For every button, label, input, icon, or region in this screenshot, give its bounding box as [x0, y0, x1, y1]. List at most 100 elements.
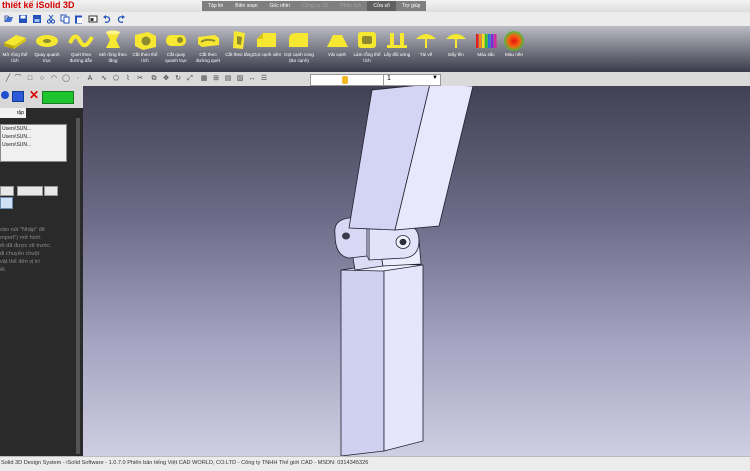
- shape-icon[interactable]: [87, 14, 98, 25]
- copy-icon[interactable]: [59, 14, 70, 25]
- paste-icon[interactable]: [73, 14, 84, 25]
- cut-extrude-icon: [135, 32, 156, 50]
- tool-extrude[interactable]: Mở rộng thể tích: [0, 29, 30, 64]
- tool-fillet[interactable]: Gọt cạnh cong (Bo cạnh): [284, 29, 314, 64]
- tool-label: Cắt theo thể tích: [132, 52, 158, 63]
- tool-mirror[interactable]: Lấy đối xứng: [382, 29, 412, 58]
- arc-icon[interactable]: ◠: [50, 75, 58, 83]
- trim-icon[interactable]: ✂: [136, 75, 144, 83]
- text-icon[interactable]: A: [86, 75, 94, 83]
- bevel-icon: [327, 35, 348, 47]
- ellipse-icon[interactable]: ◯: [62, 75, 70, 83]
- tool-download[interactable]: Tải về: [411, 29, 441, 58]
- grid-icon[interactable]: ▦: [200, 75, 208, 83]
- menu-view[interactable]: Góc nhìn: [264, 1, 296, 11]
- menu-bar: Tập tin Biên soạn Góc nhìn Công cụ 3D Ph…: [202, 1, 427, 11]
- tool-cut-extrude[interactable]: Cắt theo thể tích: [130, 29, 160, 64]
- menu-3d-tools[interactable]: Công cụ 3D: [296, 1, 334, 11]
- polygon-icon[interactable]: ⬠: [112, 75, 120, 83]
- panel-button-left[interactable]: [0, 186, 14, 196]
- instruction-line: ết đã được vẽ trước.: [0, 243, 52, 249]
- fill-icon[interactable]: ▨: [236, 75, 244, 83]
- point-icon[interactable]: ·: [74, 75, 82, 83]
- circle-icon[interactable]: ○: [38, 75, 46, 83]
- extrude-icon: [4, 35, 26, 49]
- ribbon-toolbar: Mở rộng thể tích Quay quanh trục Quét th…: [0, 26, 750, 72]
- blue-square-icon[interactable]: [12, 91, 24, 102]
- left-panel-scrollbar[interactable]: [76, 118, 80, 454]
- scale-icon[interactable]: ⤢: [186, 75, 194, 83]
- line-width-value: 1: [387, 75, 391, 82]
- tool-cut-sweep[interactable]: Cắt theo đường quét: [193, 29, 223, 64]
- tool-cut-loft[interactable]: Cắt theo tầng: [224, 29, 254, 58]
- tool-upload[interactable]: Đẩy lên: [441, 29, 471, 58]
- tool-label: Gọt cạnh cong (Bo cạnh): [284, 52, 314, 63]
- 3d-model: [334, 86, 474, 456]
- tool-label: Cắt theo đường quét: [196, 52, 220, 63]
- save-icon[interactable]: [17, 14, 28, 25]
- dimension-icon[interactable]: ↔: [248, 75, 256, 83]
- tool-chamfer[interactable]: Gọt cạnh xiên: [252, 29, 282, 58]
- revolve-icon: [36, 35, 58, 47]
- title-bar: thiết kế iSolid 3D Tập tin Biên soạn Góc…: [0, 0, 750, 12]
- 3d-viewport[interactable]: [83, 86, 750, 456]
- hatch-icon[interactable]: ▤: [224, 75, 232, 83]
- cut-sweep-icon: [198, 35, 219, 47]
- menu-file[interactable]: Tập tin: [202, 1, 229, 11]
- rectangle-icon[interactable]: □: [26, 75, 34, 83]
- panel-action-button[interactable]: [0, 197, 13, 209]
- left-panel-tabs: rập: [0, 108, 83, 118]
- list-item[interactable]: Users\SUN...: [1, 125, 66, 133]
- spline-icon[interactable]: ∿: [100, 75, 108, 83]
- tool-loft[interactable]: Mở rộng theo tầng: [98, 29, 128, 64]
- tool-label: Vát cạnh: [327, 52, 347, 57]
- tool-background-color[interactable]: Màu nền: [499, 29, 529, 58]
- layer-icon[interactable]: ☰: [260, 75, 268, 83]
- line-width-select[interactable]: 1 ▼: [383, 74, 441, 86]
- tab-import[interactable]: rập: [0, 108, 26, 118]
- background-color-icon: [504, 31, 524, 51]
- menu-edit[interactable]: Biên soạn: [229, 1, 263, 11]
- color-icon: [476, 34, 497, 48]
- tool-cut-revolve[interactable]: Cắt quay quanh trục: [161, 29, 191, 64]
- undo-icon[interactable]: [101, 14, 112, 25]
- tool-label: Mở rộng thể tích: [2, 52, 28, 63]
- panel-button-middle[interactable]: [17, 186, 43, 196]
- menu-window[interactable]: Cửa sổ: [367, 1, 396, 11]
- rotate-icon[interactable]: ↻: [174, 75, 182, 83]
- tool-color[interactable]: Màu sắc: [471, 29, 501, 58]
- left-panel: ✕ rập Users\SUN... Users\SUN... Users\SU…: [0, 86, 83, 456]
- snap-icon[interactable]: ⊞: [212, 75, 220, 83]
- tool-bevel[interactable]: Vát cạnh: [322, 29, 352, 58]
- line-icon[interactable]: ╱: [4, 75, 12, 83]
- save-as-icon[interactable]: [31, 14, 42, 25]
- offset-icon[interactable]: ⧉: [150, 75, 158, 83]
- instructions-text: vào nút "Nhập" để mport") mở hình ết đã …: [0, 226, 80, 274]
- tool-revolve[interactable]: Quay quanh trục: [32, 29, 62, 64]
- menu-help[interactable]: Trợ giúp: [396, 1, 427, 11]
- open-icon[interactable]: [3, 14, 14, 25]
- left-panel-toolbar: ✕: [0, 86, 83, 108]
- fillet-icon: [289, 33, 308, 47]
- panel-button-right[interactable]: [44, 186, 58, 196]
- tool-label: Quét theo đường dẫn: [69, 52, 93, 63]
- tool-label: Màu sắc: [477, 52, 495, 57]
- tool-sweep[interactable]: Quét theo đường dẫn: [66, 29, 96, 64]
- format-toolbar: ╱ ⌒ □ ○ ◠ ◯ · A ∿ ⬠ ⌇ ✂ ⧉ ✥ ↻ ⤢ ▦ ⊞ ▤ ▨ …: [0, 72, 750, 87]
- list-item[interactable]: Users\SUN...: [1, 133, 66, 141]
- tool-label: Cắt theo tầng: [225, 52, 253, 57]
- blue-circle-icon[interactable]: [1, 91, 9, 99]
- cut-icon[interactable]: [45, 14, 56, 25]
- redo-icon[interactable]: [115, 14, 126, 25]
- file-list[interactable]: Users\SUN... Users\SUN... Users\SUN...: [0, 124, 67, 162]
- close-icon[interactable]: ✕: [29, 89, 39, 101]
- move-icon[interactable]: ✥: [162, 75, 170, 83]
- green-status-button[interactable]: [42, 91, 74, 104]
- curve-icon[interactable]: ⌇: [124, 75, 132, 83]
- polyline-icon[interactable]: ⌒: [14, 75, 22, 83]
- list-item[interactable]: Users\SUN...: [1, 141, 66, 149]
- fill-color-picker[interactable]: [310, 74, 384, 86]
- quick-access-toolbar: [0, 12, 750, 26]
- menu-analysis[interactable]: Phân tích: [334, 1, 367, 11]
- tool-shell[interactable]: Làm rỗng thể tích: [352, 29, 382, 64]
